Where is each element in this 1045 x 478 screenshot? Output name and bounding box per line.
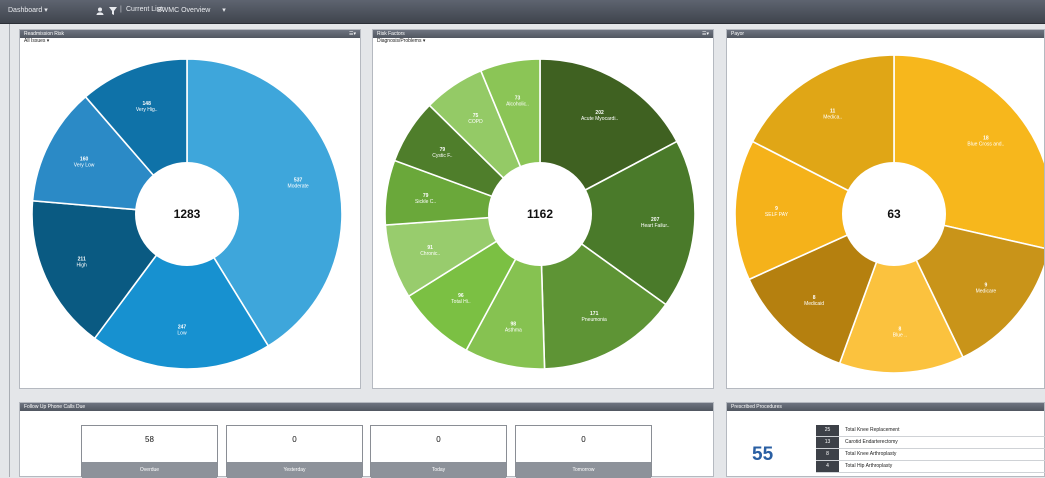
separator: |	[120, 6, 122, 13]
readmission-risk-panel: Readmission Risk ☰▾ All Issues ▾ 537 Mode…	[19, 29, 361, 389]
slice-category-label: Medicare	[976, 288, 997, 294]
donut-total: 1162	[527, 207, 553, 221]
table-row[interactable]: 4 Total Hip Arthroplasty	[816, 461, 1045, 473]
current-list-selector[interactable]: BWMC Overview ▾	[157, 6, 226, 14]
procedure-count: 8	[816, 449, 839, 460]
tomorrow-card[interactable]: 0 Tomorrow	[515, 425, 652, 478]
card-value: 0	[581, 435, 586, 444]
risk-factors-panel: Risk Factors ☰▾ Diagnosis/Problems ▾ 202…	[372, 29, 714, 389]
donut-total: 1283	[174, 207, 201, 221]
dashboard-label: Dashboard	[8, 7, 43, 14]
slice-category-label: Alcoholic..	[506, 102, 529, 108]
slice-category-label: COPD	[468, 119, 483, 125]
card-label: Overdue	[82, 462, 217, 478]
slice-category-label: Heart Failur..	[641, 223, 670, 229]
slice-category-label: Medica..	[823, 115, 842, 121]
procedure-count: 25	[816, 425, 839, 436]
procedure-count: 4	[816, 461, 839, 472]
slice-category-label: Sickle C..	[415, 199, 436, 205]
card-value: 58	[145, 435, 154, 444]
today-card[interactable]: 0 Today	[370, 425, 507, 478]
slice-category-label: Moderate	[288, 184, 309, 190]
procedure-name: Total Hip Arthroplasty	[845, 463, 893, 469]
procedure-count: 13	[816, 437, 839, 448]
current-list-value: BWMC Overview	[157, 7, 211, 14]
card-value: 0	[292, 435, 297, 444]
slice-category-label: Pneumonia	[582, 317, 608, 323]
card-label: Yesterday	[227, 462, 362, 478]
filter-icon[interactable]	[109, 7, 117, 15]
slice-category-label: High	[77, 262, 88, 268]
slice-category-label: Very Low	[74, 163, 95, 169]
card-value: 0	[436, 435, 441, 444]
panel-header: Prescribed Procedures	[727, 403, 1044, 411]
procedures-total: 55	[752, 444, 774, 465]
left-divider	[9, 24, 10, 477]
risk-factors-chart: 202Acute Myocardi..207Heart Failur..171P…	[384, 58, 696, 370]
table-row[interactable]: 13 Carotid Endarterectomy	[816, 437, 1045, 449]
slice-category-label: Asthma	[505, 327, 522, 333]
panel-title: Follow Up Phone Calls Due	[24, 404, 86, 410]
card-label: Tomorrow	[516, 462, 651, 478]
payor-panel: Payor 18 Blue Cross and.. 9 Medicare 8 Blue .…	[726, 29, 1045, 389]
overdue-card[interactable]: 58 Overdue	[81, 425, 218, 478]
donut-total: 63	[887, 207, 901, 221]
slice-category-label: Blue Cross and..	[967, 142, 1004, 148]
slice-category-label: SELF PAY	[765, 212, 789, 218]
chevron-down-icon: ▾	[222, 7, 226, 14]
procedures-table: 25 Total Knee Replacement 13 Carotid End…	[816, 425, 1045, 473]
procedure-name: Total Knee Replacement	[845, 427, 900, 433]
procedure-name: Carotid Endarterectomy	[845, 439, 898, 445]
slice-category-label: Blue ..	[893, 332, 907, 338]
slice-category-label: Low	[177, 330, 187, 336]
slice-category-label: Very Hig..	[136, 107, 158, 113]
card-label: Today	[371, 462, 506, 478]
readmission-risk-chart: 537Moderate247Low211High160Very Low148Ve…	[31, 58, 343, 370]
slice-category-label: Cystic F..	[432, 153, 452, 159]
slice-category-label: Medicaid	[804, 301, 824, 307]
panel-header: Follow Up Phone Calls Due	[20, 403, 713, 411]
slice-category-label: Total Hi..	[451, 299, 470, 305]
table-row[interactable]: 8 Total Knee Arthroplasty	[816, 449, 1045, 461]
dashboard-menu[interactable]: Dashboard ▾	[8, 6, 48, 14]
slice-category-label: Acute Myocardi..	[581, 116, 618, 122]
top-bar: Dashboard ▾ | Current List: BWMC Overvie…	[0, 0, 1045, 24]
slice-category-label: Chronic..	[420, 251, 440, 257]
table-row[interactable]: 25 Total Knee Replacement	[816, 425, 1045, 437]
chevron-down-icon: ▾	[44, 7, 48, 14]
payor-chart: 18Blue Cross and..9Medicare8Blue ..8Medi…	[734, 54, 1044, 374]
panel-title: Prescribed Procedures	[731, 404, 782, 410]
yesterday-card[interactable]: 0 Yesterday	[226, 425, 363, 478]
user-icon[interactable]	[96, 7, 104, 15]
procedure-name: Total Knee Arthroplasty	[845, 451, 897, 457]
